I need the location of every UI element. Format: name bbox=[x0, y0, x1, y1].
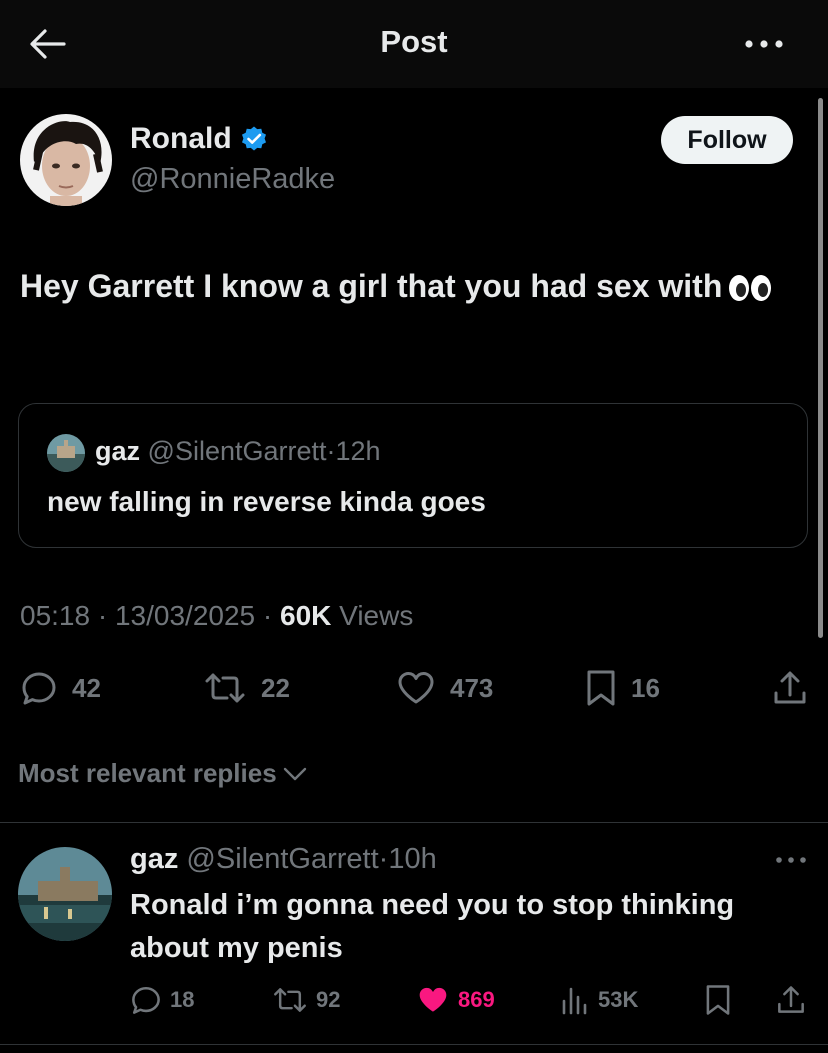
author-name-row: Ronald bbox=[130, 122, 268, 156]
reply-reply-count: 18 bbox=[170, 987, 195, 1012]
heart-icon bbox=[396, 670, 436, 706]
reply-author-handle[interactable]: @SilentGarrett bbox=[186, 843, 378, 875]
reply-sort-label: Most relevant replies bbox=[18, 758, 277, 788]
reply-like-button[interactable]: 869 bbox=[416, 983, 495, 1017]
like-count: 473 bbox=[450, 672, 494, 703]
reply-views-button[interactable]: 53K bbox=[560, 983, 638, 1017]
heart-filled-icon bbox=[416, 985, 450, 1015]
repost-icon bbox=[203, 671, 247, 705]
reply-icon bbox=[130, 984, 162, 1016]
reply-reply-button[interactable]: 18 bbox=[130, 983, 194, 1017]
bookmark-icon bbox=[585, 669, 617, 707]
meta-separator: · bbox=[262, 600, 273, 631]
more-horizontal-icon bbox=[774, 852, 808, 868]
scrollbar[interactable] bbox=[818, 98, 823, 638]
more-horizontal-icon bbox=[742, 30, 786, 58]
reply-repost-button[interactable]: 92 bbox=[272, 983, 340, 1017]
repost-button[interactable]: 22 bbox=[203, 668, 290, 708]
quoted-post[interactable]: gaz @SilentGarrett·12h new falling in re… bbox=[18, 403, 808, 548]
quote-text: new falling in reverse kinda goes bbox=[47, 486, 486, 517]
more-options-button[interactable] bbox=[742, 30, 786, 58]
reply-text: Ronald i’m gonna need you to stop thinki… bbox=[130, 889, 735, 964]
reply-time: 10h bbox=[388, 843, 437, 875]
views-label: Views bbox=[339, 600, 414, 631]
post-time: 05:18 bbox=[20, 600, 91, 631]
reply-author-name[interactable]: gaz bbox=[130, 843, 178, 875]
post-date: 13/03/2025 bbox=[114, 600, 256, 631]
quote-separator: · bbox=[326, 436, 336, 466]
divider bbox=[0, 1044, 828, 1045]
post-meta: 05:18 · 13/03/2025 · 60K Views bbox=[20, 600, 413, 632]
reply-avatar[interactable] bbox=[18, 847, 112, 941]
reply-more-button[interactable] bbox=[774, 852, 808, 868]
reply-header: gaz @SilentGarrett·10h bbox=[130, 843, 437, 876]
chevron-down-icon bbox=[283, 766, 307, 782]
post-text-content: Hey Garrett I know a girl that you had s… bbox=[20, 268, 723, 304]
verified-badge-icon bbox=[240, 125, 268, 153]
page-title: Post bbox=[380, 24, 448, 59]
like-button[interactable]: 473 bbox=[396, 668, 493, 708]
reply-separator: · bbox=[378, 843, 389, 875]
quote-time: 12h bbox=[335, 436, 381, 466]
reply-button[interactable]: 42 bbox=[20, 668, 101, 708]
quote-author-handle: @SilentGarrett bbox=[147, 436, 327, 466]
meta-separator: · bbox=[97, 600, 108, 631]
share-button[interactable] bbox=[772, 668, 808, 708]
quote-avatar bbox=[47, 434, 85, 472]
author-avatar[interactable] bbox=[20, 114, 112, 206]
divider bbox=[0, 822, 828, 823]
bookmark-count: 16 bbox=[631, 672, 660, 703]
follow-button[interactable]: Follow bbox=[661, 116, 793, 164]
views-count: 60K bbox=[280, 600, 332, 631]
quote-author-name: gaz bbox=[95, 436, 141, 466]
post-text: Hey Garrett I know a girl that you had s… bbox=[20, 262, 790, 310]
reply-share-button[interactable] bbox=[776, 983, 806, 1017]
top-bar: Post bbox=[0, 0, 828, 88]
quote-header: gaz @SilentGarrett·12h bbox=[95, 436, 381, 467]
reply-sort-dropdown[interactable]: Most relevant replies bbox=[18, 758, 307, 789]
repost-count: 22 bbox=[261, 672, 290, 703]
share-icon bbox=[772, 669, 808, 707]
eyes-emoji-icon bbox=[728, 273, 772, 303]
bookmark-icon bbox=[704, 984, 732, 1016]
reply-bookmark-button[interactable] bbox=[704, 983, 732, 1017]
reply-count: 42 bbox=[72, 672, 101, 703]
reply-like-count: 869 bbox=[458, 987, 495, 1012]
author-name[interactable]: Ronald bbox=[130, 122, 232, 156]
reply-views-count: 53K bbox=[598, 987, 639, 1012]
repost-icon bbox=[272, 986, 308, 1014]
bookmark-button[interactable]: 16 bbox=[585, 668, 660, 708]
reply-icon bbox=[20, 669, 58, 707]
analytics-icon bbox=[560, 985, 590, 1015]
share-icon bbox=[776, 984, 806, 1016]
reply-repost-count: 92 bbox=[316, 987, 341, 1012]
author-handle[interactable]: @RonnieRadke bbox=[130, 163, 335, 196]
